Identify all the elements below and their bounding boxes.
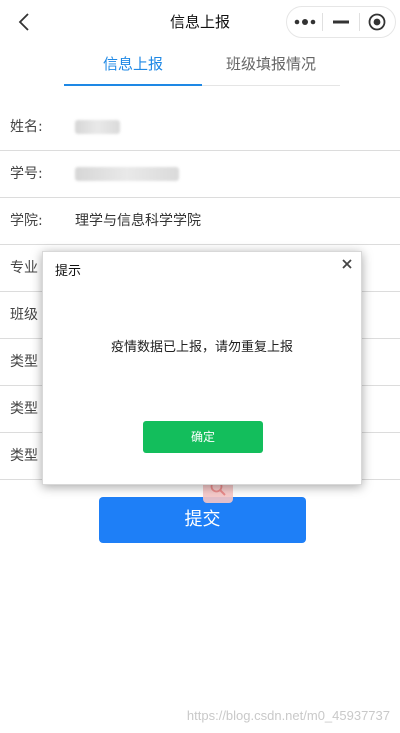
name-label: 姓名: [10, 119, 43, 135]
submit-button[interactable]: 提交 [99, 497, 306, 543]
name-value-redacted [75, 120, 120, 134]
type-label: 类型 [10, 401, 38, 417]
more-button[interactable] [287, 7, 322, 37]
more-dots-icon [294, 19, 315, 25]
minimize-button[interactable] [323, 7, 358, 37]
form-row-college[interactable]: 学院: 理学与信息科学学院 [0, 198, 400, 245]
dialog-ok-button[interactable]: 确定 [143, 421, 263, 453]
college-value: 理学与信息科学学院 [75, 213, 201, 229]
type-label: 类型 [10, 448, 38, 464]
minus-icon [332, 20, 349, 24]
dialog-close-button[interactable] [339, 256, 355, 272]
dialog-message: 疫情数据已上报，请勿重复上报 [110, 340, 293, 355]
mini-program-capsule [286, 6, 396, 38]
form-row-name[interactable]: 姓名: [0, 104, 400, 151]
class-label: 班级 [10, 307, 38, 323]
close-program-button[interactable] [360, 7, 395, 37]
watermark: https://blog.csdn.net/m0_45937737 [186, 708, 390, 723]
major-label: 专业 [10, 260, 38, 276]
dialog-title: 提示 [55, 264, 82, 279]
student-id-label: 学号: [10, 166, 43, 182]
tab-bar: 信息上报 班级填报情况 [64, 44, 340, 86]
college-label: 学院: [10, 213, 43, 229]
form-row-student-id[interactable]: 学号: [0, 151, 400, 198]
tab-class-status[interactable]: 班级填报情况 [202, 44, 340, 85]
target-circle-icon [368, 13, 386, 31]
alert-dialog: 提示 疫情数据已上报，请勿重复上报 确定 [42, 251, 362, 485]
tab-report[interactable]: 信息上报 [64, 44, 202, 86]
close-icon [342, 259, 352, 269]
type-label: 类型 [10, 354, 38, 370]
student-id-value-redacted [75, 167, 179, 181]
navbar: 信息上报 [0, 0, 400, 44]
